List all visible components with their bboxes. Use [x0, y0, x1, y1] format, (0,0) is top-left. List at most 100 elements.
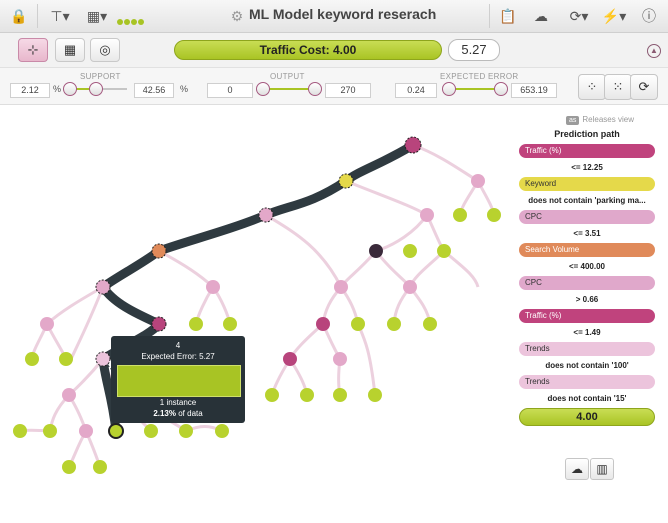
table-view-button[interactable]: ▦: [55, 38, 85, 62]
predict-menu-icon[interactable]: ⚡▾: [601, 6, 627, 26]
grid-small-button[interactable]: ⁘: [578, 74, 606, 100]
tree-node: [79, 424, 93, 438]
support-max-input[interactable]: 42.56: [134, 83, 174, 98]
tree-node: [316, 317, 330, 331]
tree-model-icon[interactable]: ⊤▾: [47, 6, 73, 26]
support-max-knob[interactable]: [89, 82, 103, 96]
top-toolbar: 🔒 ⊤▾ ▦▾ ⚙ ML Model keyword reserach 📋 ☁ …: [0, 0, 668, 33]
actions-menu-icon[interactable]: ⟳▾: [566, 6, 592, 26]
tree-node: [25, 352, 39, 366]
releases-view[interactable]: as Releases view: [566, 115, 634, 125]
support-min-input[interactable]: 2.12: [10, 83, 50, 98]
tooltip-value: 4: [175, 341, 181, 350]
tooltip-instances: 1 instance: [159, 398, 197, 407]
tree-node: [437, 244, 451, 258]
support-min-knob[interactable]: [63, 82, 77, 96]
tree-node: [62, 388, 76, 402]
path-condition: <= 1.49: [573, 328, 601, 337]
tree-node: [369, 244, 383, 258]
page-title: ML Model keyword reserach: [249, 6, 437, 22]
tree-view-button[interactable]: ⊹: [18, 38, 48, 62]
tree-node: [420, 208, 434, 222]
cloud-download-icon[interactable]: ☁: [530, 6, 552, 26]
tree-node: [59, 352, 73, 366]
tree-node: [215, 424, 229, 438]
expected-error-label: EXPECTED ERROR: [440, 72, 519, 81]
path-condition: <= 3.51: [573, 229, 601, 238]
output-min-knob[interactable]: [256, 82, 270, 96]
tree-node: [403, 280, 417, 294]
path-field[interactable]: Traffic (%): [519, 309, 655, 323]
tree-node: [206, 280, 220, 294]
prediction-result: 4.00: [519, 408, 655, 426]
tree-node: [423, 317, 437, 331]
output-min-input[interactable]: 0: [207, 83, 253, 98]
tree-node: [258, 207, 274, 223]
path-condition: <= 400.00: [568, 262, 606, 271]
tree-node: [453, 208, 467, 222]
path-condition: does not contain '100': [545, 361, 629, 370]
lock-icon[interactable]: 🔒: [9, 6, 29, 26]
tooltip-percent: 2.13%: [153, 409, 176, 418]
expected-error-min-knob[interactable]: [442, 82, 456, 96]
toolbar-divider: [37, 4, 38, 28]
releases-tag: as: [566, 116, 580, 125]
tree-node: [95, 279, 111, 295]
tree-node: [95, 351, 111, 367]
tree-node: [13, 424, 27, 438]
path-condition: does not contain '15': [547, 394, 627, 403]
tree-node: [283, 352, 297, 366]
prediction-path-title: Prediction path: [554, 129, 620, 139]
model-summary-icon[interactable]: ▦▾: [84, 6, 110, 26]
add-chart-button[interactable]: ▥: [590, 458, 614, 480]
path-condition: > 0.66: [575, 295, 599, 304]
tree-node: [333, 352, 347, 366]
tree-node: [151, 316, 167, 332]
expected-error-min-input[interactable]: 0.24: [395, 83, 437, 98]
tooltip-percent-suffix: of data: [176, 409, 203, 418]
tooltip-percent-line: 2.13% of data: [111, 409, 245, 418]
output-slider[interactable]: [256, 82, 322, 96]
path-field[interactable]: Search Volume: [519, 243, 655, 257]
path-field[interactable]: CPC: [519, 210, 655, 224]
output-max-input[interactable]: 270: [325, 83, 371, 98]
tree-node: [265, 388, 279, 402]
output-label: OUTPUT: [270, 72, 305, 81]
path-field[interactable]: Trends: [519, 342, 655, 356]
path-field[interactable]: CPC: [519, 276, 655, 290]
support-slider[interactable]: [63, 82, 127, 96]
status-dots: [117, 12, 145, 30]
download-prediction-button[interactable]: ☁: [565, 458, 589, 480]
expected-error-max-knob[interactable]: [494, 82, 508, 96]
expected-error-max-input[interactable]: 653.19: [511, 83, 557, 98]
tree-node: [40, 317, 54, 331]
path-field[interactable]: Traffic (%): [519, 144, 655, 158]
path-field[interactable]: Trends: [519, 375, 655, 389]
view-bar: ⊹ ▦ ◎ Traffic Cost: 4.00 5.27 ▲: [0, 33, 668, 68]
expected-error-slider[interactable]: [442, 82, 508, 96]
tree-node: [62, 460, 76, 474]
path-field[interactable]: Keyword: [519, 177, 655, 191]
info-icon[interactable]: ⓘ: [639, 6, 659, 26]
sunburst-view-button[interactable]: ◎: [90, 38, 120, 62]
refresh-button[interactable]: ⟳: [630, 74, 658, 100]
tree-node: [403, 244, 417, 258]
tree-nodes: [13, 136, 501, 474]
tooltip-bar: [117, 365, 241, 397]
traffic-cost-value: 5.27: [448, 39, 500, 61]
prediction-path-panel: Prediction path Traffic (%) <= 12.25 Key…: [519, 129, 655, 426]
tree-node: [144, 424, 158, 438]
tree-node: [338, 173, 354, 189]
releases-label: Releases view: [582, 115, 634, 124]
support-max-unit: %: [180, 84, 189, 94]
clipboard-icon[interactable]: 📋: [498, 6, 518, 26]
node-tooltip: 4 Expected Error: 5.27 1 instance 2.13% …: [111, 336, 245, 423]
support-min-unit: %: [53, 84, 62, 94]
grid-large-button[interactable]: ⁙: [604, 74, 632, 100]
tree-node: [487, 208, 501, 222]
filter-bar: SUPPORT 2.12 % 42.56 % OUTPUT 0 270 EXPE…: [0, 68, 668, 105]
tree-node: [189, 317, 203, 331]
collapse-icon[interactable]: ▲: [647, 44, 661, 58]
tree-node: [179, 424, 193, 438]
output-max-knob[interactable]: [308, 82, 322, 96]
